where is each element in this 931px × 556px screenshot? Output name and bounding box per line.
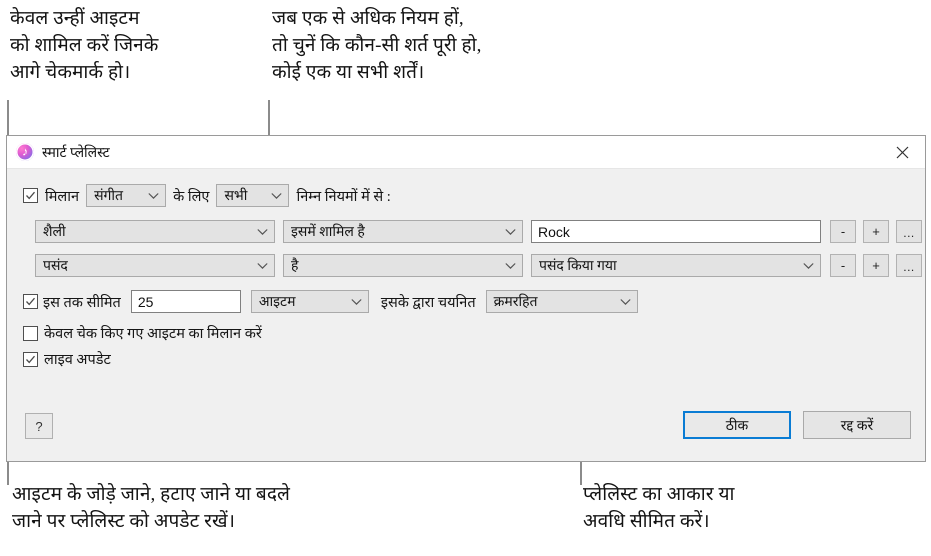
table-row: शैली इसमें शामिल है Rock - + ... bbox=[35, 220, 922, 243]
callout-bottom-left: आइटम के जोड़े जाने, हटाए जाने या बदले जा… bbox=[12, 484, 291, 532]
chevron-down-icon bbox=[803, 262, 814, 269]
rule-1-operator-value: इसमें शामिल है bbox=[291, 225, 365, 240]
rule-2-add-button[interactable]: + bbox=[863, 254, 889, 277]
live-update-checkbox[interactable] bbox=[23, 351, 38, 367]
rule-2-value-text: पसंद किया गया bbox=[539, 259, 617, 274]
chevron-down-icon bbox=[505, 228, 516, 235]
chevron-down-icon bbox=[148, 192, 159, 199]
match-label: मिलान bbox=[45, 188, 80, 205]
match-checked-only-checkbox[interactable] bbox=[23, 325, 38, 341]
limit-label: इस तक सीमित bbox=[43, 294, 121, 311]
itunes-music-note-icon: ♪ bbox=[16, 143, 34, 161]
limit-amount-value: 25 bbox=[137, 293, 154, 310]
rule-2-value-select[interactable]: पसंद किया गया bbox=[531, 254, 821, 277]
rule-1-field-select[interactable]: शैली bbox=[35, 220, 275, 243]
limit-selected-by-label: इसके द्वारा चयनित bbox=[380, 294, 476, 311]
limit-unit-select[interactable]: आइटम bbox=[250, 290, 369, 313]
rule-1-remove-button[interactable]: - bbox=[830, 220, 856, 243]
callout-top-left: केवल उन्हीं आइटम को शामिल करें जिनके आगे… bbox=[10, 8, 159, 83]
rule-1-more-button[interactable]: ... bbox=[896, 220, 922, 243]
chevron-down-icon bbox=[257, 262, 268, 269]
chevron-down-icon bbox=[505, 262, 516, 269]
rule-1-value-text: Rock bbox=[538, 223, 570, 240]
rule-1-value-input[interactable]: Rock bbox=[531, 220, 821, 243]
live-update-label: लाइव अपडेट bbox=[44, 352, 111, 368]
dialog-title: स्मार्ट प्लेलिस्ट bbox=[42, 145, 110, 161]
rule-1-add-button[interactable]: + bbox=[863, 220, 889, 243]
screenshot-root: केवल उन्हीं आइटम को शामिल करें जिनके आगे… bbox=[0, 0, 931, 556]
limit-amount-input[interactable]: 25 bbox=[130, 290, 241, 313]
rule-2-remove-button[interactable]: - bbox=[830, 254, 856, 277]
rule-2-field-select[interactable]: पसंद bbox=[35, 254, 275, 277]
dialog-footer: ? ठीक रद्द करें bbox=[7, 409, 925, 461]
close-icon[interactable] bbox=[879, 136, 925, 168]
match-trailing-label: निम्न नियमों में से : bbox=[296, 188, 391, 205]
match-condition-value: सभी bbox=[224, 189, 248, 204]
dialog-titlebar: ♪ स्मार्ट प्लेलिस्ट bbox=[7, 136, 925, 169]
rule-2-more-button[interactable]: ... bbox=[896, 254, 922, 277]
table-row: पसंद है पसंद किया गया - + ... bbox=[35, 254, 922, 277]
smart-playlist-dialog: ♪ स्मार्ट प्लेलिस्ट मिलान संगीत के लिए स… bbox=[6, 135, 926, 462]
chevron-down-icon bbox=[257, 228, 268, 235]
match-source-value: संगीत bbox=[94, 189, 124, 204]
match-checked-only-label: केवल चेक किए गए आइटम का मिलान करें bbox=[44, 326, 262, 342]
match-for-label: के लिए bbox=[173, 188, 210, 205]
limit-checkbox[interactable] bbox=[23, 294, 38, 309]
match-checkbox[interactable] bbox=[23, 188, 38, 203]
music-note-glyph: ♪ bbox=[22, 144, 28, 159]
chevron-down-icon bbox=[619, 298, 631, 305]
ok-button[interactable]: ठीक bbox=[683, 411, 791, 439]
limit-row: इस तक सीमित 25 आइटम इसके द्वारा चयनित क्… bbox=[23, 290, 638, 313]
rule-2-field-value: पसंद bbox=[43, 259, 68, 274]
callout-top-right: जब एक से अधिक नियम हों, तो चुनें कि कौन-… bbox=[272, 8, 482, 83]
rule-2-operator-select[interactable]: है bbox=[283, 254, 523, 277]
match-condition-select[interactable]: सभी bbox=[216, 184, 290, 207]
live-update-row: लाइव अपडेट bbox=[23, 349, 111, 369]
limit-order-select[interactable]: क्रमरहित bbox=[485, 290, 638, 313]
match-checked-only-row: केवल चेक किए गए आइटम का मिलान करें bbox=[23, 323, 262, 343]
rule-1-field-value: शैली bbox=[43, 225, 66, 240]
limit-order-value: क्रमरहित bbox=[493, 295, 538, 310]
match-source-select[interactable]: संगीत bbox=[86, 184, 167, 207]
chevron-down-icon bbox=[351, 298, 362, 305]
match-row: मिलान संगीत के लिए सभी निम्न नियमों में … bbox=[23, 184, 391, 207]
help-button[interactable]: ? bbox=[25, 413, 53, 439]
cancel-button[interactable]: रद्द करें bbox=[803, 411, 911, 439]
callout-bottom-right: प्लेलिस्ट का आकार या अवधि सीमित करें। bbox=[583, 484, 735, 532]
rule-2-operator-value: है bbox=[291, 259, 299, 274]
limit-unit-value: आइटम bbox=[258, 295, 296, 310]
rule-1-operator-select[interactable]: इसमें शामिल है bbox=[283, 220, 523, 243]
chevron-down-icon bbox=[271, 192, 283, 199]
